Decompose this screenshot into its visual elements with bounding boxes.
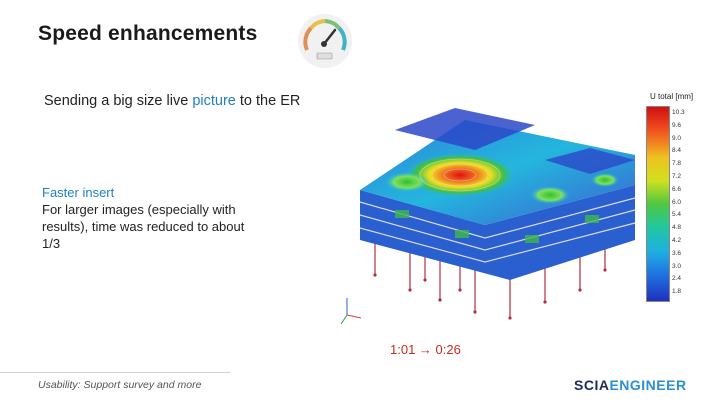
structure-result-image — [340, 108, 657, 325]
body-line: results), time was reduced to about — [42, 219, 245, 234]
footer-divider — [0, 372, 230, 373]
legend-color-scale — [646, 106, 670, 302]
footer-text: Usability: Support survey and more — [38, 379, 202, 391]
subtitle-highlight: picture — [192, 93, 236, 109]
body-line: 1/3 — [42, 236, 61, 251]
time-comparison: 1:01 → 0:26 — [390, 342, 461, 357]
legend-value: 2.4 — [672, 275, 682, 283]
slide: Speed enhancements Sending a big size li… — [0, 0, 720, 405]
legend-value: 7.2 — [672, 173, 682, 180]
legend-value: 3.0 — [672, 262, 682, 270]
subtitle-post: to the ER — [235, 93, 301, 109]
slide-title: Speed enhancements — [38, 22, 258, 45]
legend-value: 6.0 — [672, 198, 682, 206]
body-heading: Faster insert — [42, 185, 115, 200]
logo-part-scia: SCIA — [574, 377, 610, 393]
body-line: For larger images (especially with — [42, 202, 236, 217]
body-text: Faster insert For larger images (especia… — [42, 184, 282, 252]
legend-value: 5.4 — [672, 211, 682, 219]
legend-value: 8.4 — [672, 147, 682, 155]
legend-title: U total [mm] — [650, 92, 694, 101]
legend-value: 1.8 — [672, 288, 682, 296]
logo-part-engineer: ENGINEER — [609, 377, 687, 393]
legend-value: 10.3 — [672, 109, 685, 116]
scia-engineer-logo: SCIAENGINEER — [574, 377, 687, 393]
legend-value: 3.6 — [672, 249, 682, 257]
speedometer-icon — [298, 14, 352, 68]
legend-value: 6.6 — [672, 185, 682, 193]
legend-value: 7.8 — [672, 160, 682, 168]
subtitle-pre: Sending a big size live — [44, 93, 193, 109]
legend-value: 9.0 — [672, 134, 682, 142]
result-legend: U total [mm] 10.3 9.6 9.0 8.4 7.8 7.2 6.6 6.0 5.… — [646, 92, 702, 304]
legend-value: 4.2 — [672, 237, 682, 244]
subtitle: Sending a big size live picture to the E… — [44, 93, 300, 109]
legend-value: 4.8 — [672, 224, 682, 232]
legend-value: 9.6 — [672, 121, 682, 129]
